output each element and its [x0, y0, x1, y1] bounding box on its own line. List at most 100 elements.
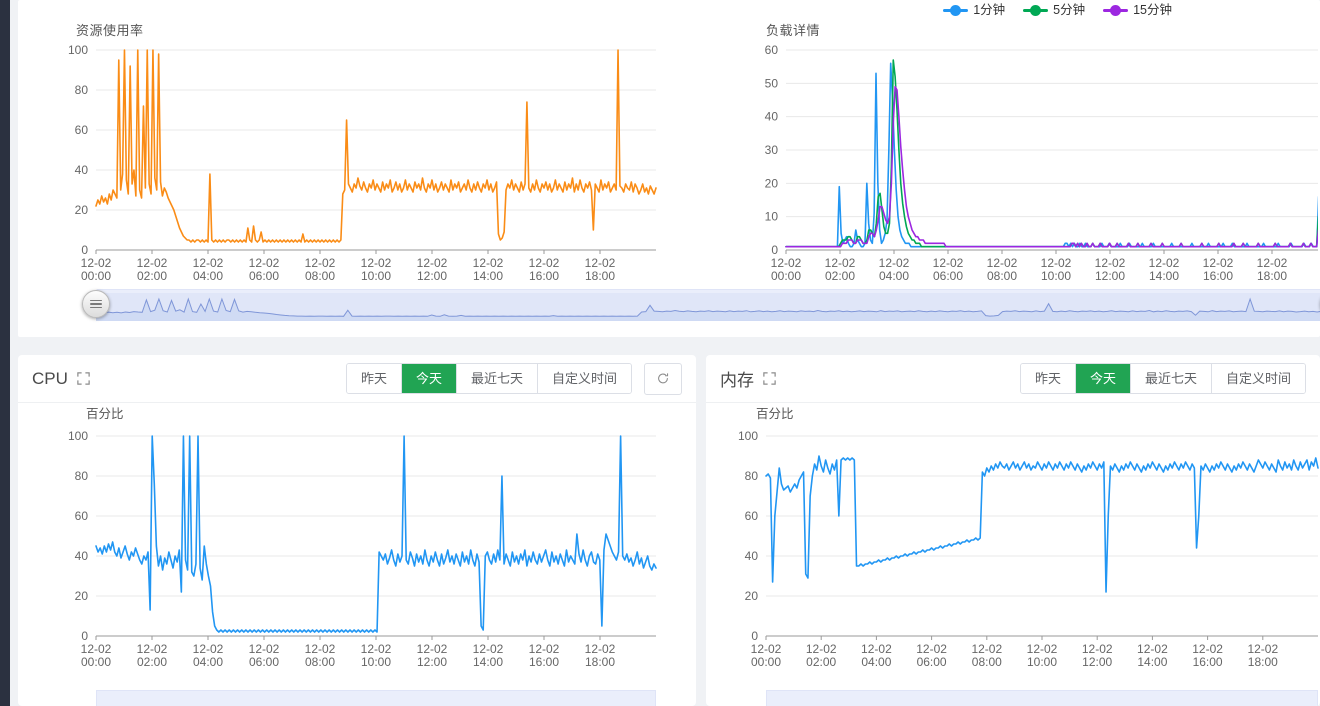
- dashboard-page: 1分钟 5分钟 15分钟 资源使用率 0 20 40 60 80 100 12-02 00:0…: [0, 0, 1320, 706]
- svg-text:14:00: 14:00: [473, 655, 503, 669]
- svg-text:12-02: 12-02: [361, 642, 392, 656]
- svg-text:20: 20: [75, 589, 89, 603]
- datazoom-preview-line: [96, 297, 1320, 321]
- svg-text:00:00: 00:00: [81, 655, 111, 669]
- memory-range-last7days[interactable]: 最近七天: [1130, 364, 1212, 393]
- datazoom-handle-left[interactable]: [82, 290, 110, 318]
- svg-text:60: 60: [75, 509, 89, 523]
- load-detail-chart: 010203040506012-0200:0012-0202:0012-0204…: [765, 43, 1318, 283]
- svg-text:18:00: 18:00: [1248, 655, 1278, 669]
- cpu-chart: 百分比02040608010012-0200:0012-0202:0012-02…: [68, 407, 657, 669]
- svg-text:18:00: 18:00: [585, 655, 615, 669]
- memory-range-custom[interactable]: 自定义时间: [1211, 364, 1305, 393]
- svg-text:12-02: 12-02: [1203, 256, 1234, 270]
- svg-text:14:00: 14:00: [473, 269, 503, 283]
- svg-text:12-02: 12-02: [361, 256, 392, 270]
- svg-text:12-02: 12-02: [861, 642, 892, 656]
- cpu-range-custom[interactable]: 自定义时间: [537, 364, 631, 393]
- svg-text:12-02: 12-02: [81, 256, 112, 270]
- svg-text:04:00: 04:00: [193, 655, 223, 669]
- svg-text:12-02: 12-02: [1095, 256, 1126, 270]
- svg-text:12-02: 12-02: [473, 256, 504, 270]
- svg-text:100: 100: [68, 43, 88, 57]
- svg-text:12-02: 12-02: [249, 642, 280, 656]
- memory-range-yesterday[interactable]: 昨天: [1020, 364, 1076, 393]
- memory-range-button-group: 昨天 今天 最近七天 自定义时间: [1019, 363, 1306, 394]
- svg-text:60: 60: [745, 509, 759, 523]
- cpu-panel-body: 百分比 0 20 40 60 80 100 12-02 00:00 12-02 02:00 12-02…: [18, 403, 696, 706]
- svg-text:18:00: 18:00: [1257, 269, 1287, 283]
- svg-text:12-02: 12-02: [1149, 256, 1180, 270]
- svg-text:12-02: 12-02: [825, 256, 856, 270]
- svg-text:40: 40: [765, 110, 779, 124]
- svg-text:12-02: 12-02: [987, 256, 1018, 270]
- cpu-panel-controls: 昨天 今天 最近七天 自定义时间: [345, 362, 682, 395]
- svg-text:12-02: 12-02: [1247, 642, 1278, 656]
- svg-text:80: 80: [745, 469, 759, 483]
- svg-text:0: 0: [81, 243, 88, 257]
- memory-panel-header: 内存 昨天 今天 最近七天 自定义时间: [706, 355, 1320, 403]
- svg-text:12-02: 12-02: [1082, 642, 1113, 656]
- cpu-panel-header: CPU 昨天 今天 最近七天 自定义时间: [18, 355, 696, 403]
- svg-text:0: 0: [81, 629, 88, 643]
- cpu-panel-title: CPU: [32, 368, 68, 388]
- svg-text:80: 80: [75, 83, 89, 97]
- svg-text:16:00: 16:00: [529, 269, 559, 283]
- svg-text:40: 40: [75, 163, 89, 177]
- cpu-range-last7days[interactable]: 最近七天: [456, 364, 538, 393]
- svg-text:12-02: 12-02: [1041, 256, 1072, 270]
- expand-icon[interactable]: [76, 371, 91, 386]
- svg-text:20: 20: [765, 176, 779, 190]
- svg-text:02:00: 02:00: [137, 269, 167, 283]
- cpu-panel-title-wrap: CPU: [32, 369, 91, 389]
- svg-text:12-02: 12-02: [193, 256, 224, 270]
- svg-text:02:00: 02:00: [806, 655, 836, 669]
- svg-text:04:00: 04:00: [879, 269, 909, 283]
- svg-text:12-02: 12-02: [529, 256, 560, 270]
- svg-text:12:00: 12:00: [417, 655, 447, 669]
- svg-text:12:00: 12:00: [417, 269, 447, 283]
- svg-text:00:00: 00:00: [81, 269, 111, 283]
- svg-text:12-02: 12-02: [249, 256, 280, 270]
- svg-text:100: 100: [68, 429, 88, 443]
- overview-card: 1分钟 5分钟 15分钟 资源使用率 0 20 40 60 80 100 12-02 00:0…: [18, 0, 1320, 337]
- rail-gap: [10, 0, 18, 706]
- memory-range-today[interactable]: 今天: [1075, 364, 1131, 393]
- svg-text:08:00: 08:00: [972, 655, 1002, 669]
- svg-text:12-02: 12-02: [585, 642, 616, 656]
- svg-text:18:00: 18:00: [585, 269, 615, 283]
- svg-text:10:00: 10:00: [361, 655, 391, 669]
- svg-text:04:00: 04:00: [861, 655, 891, 669]
- memory-datazoom-slider[interactable]: [766, 690, 1318, 706]
- memory-chart: 百分比02040608010012-0200:0012-0202:0012-02…: [738, 407, 1319, 669]
- svg-text:12-02: 12-02: [137, 642, 168, 656]
- svg-text:12-02: 12-02: [585, 256, 616, 270]
- svg-text:12-02: 12-02: [305, 256, 336, 270]
- svg-text:06:00: 06:00: [249, 269, 279, 283]
- svg-text:40: 40: [745, 549, 759, 563]
- cpu-refresh-button[interactable]: [644, 362, 682, 395]
- datazoom-slider[interactable]: [82, 289, 1320, 321]
- svg-text:12-02: 12-02: [81, 642, 112, 656]
- svg-text:百分比: 百分比: [86, 407, 124, 421]
- expand-icon[interactable]: [762, 371, 777, 386]
- svg-text:12-02: 12-02: [1027, 642, 1058, 656]
- svg-text:12-02: 12-02: [473, 642, 504, 656]
- cpu-range-today[interactable]: 今天: [401, 364, 457, 393]
- svg-text:80: 80: [75, 469, 89, 483]
- svg-text:02:00: 02:00: [137, 655, 167, 669]
- svg-text:12-02: 12-02: [417, 642, 448, 656]
- svg-text:30: 30: [765, 143, 779, 157]
- svg-text:00:00: 00:00: [771, 269, 801, 283]
- svg-text:60: 60: [75, 123, 89, 137]
- cpu-range-yesterday[interactable]: 昨天: [346, 364, 402, 393]
- svg-text:12-02: 12-02: [1137, 642, 1168, 656]
- svg-text:20: 20: [745, 589, 759, 603]
- svg-text:12-02: 12-02: [1192, 642, 1223, 656]
- cpu-datazoom-slider[interactable]: [96, 690, 656, 706]
- svg-text:12-02: 12-02: [529, 642, 560, 656]
- svg-text:04:00: 04:00: [193, 269, 223, 283]
- svg-text:50: 50: [765, 76, 779, 90]
- svg-text:12-02: 12-02: [771, 256, 802, 270]
- svg-text:14:00: 14:00: [1149, 269, 1179, 283]
